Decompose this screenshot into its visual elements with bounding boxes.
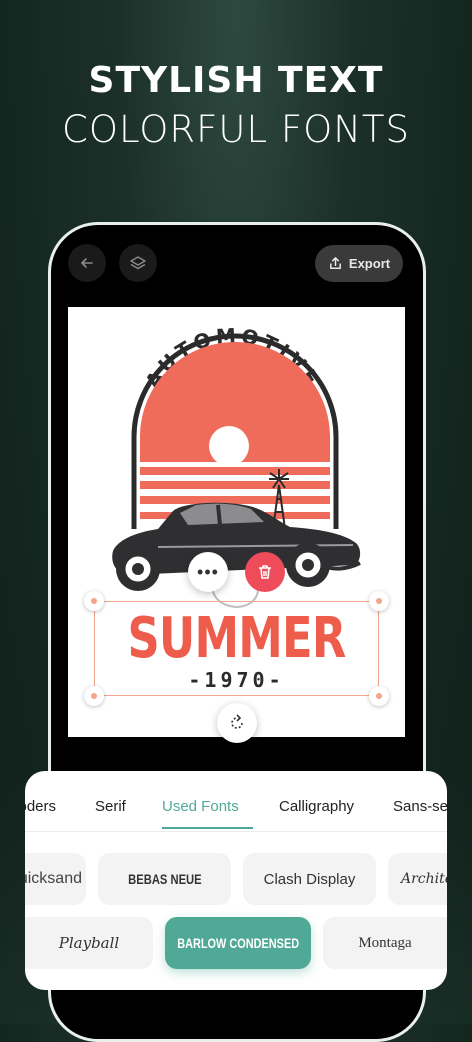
tab-calligraphy[interactable]: Calligraphy xyxy=(279,798,354,815)
font-chip-architects[interactable]: Architects xyxy=(388,853,447,905)
font-chip-quicksand[interactable]: Quicksand xyxy=(25,853,86,905)
font-chip-clash-display[interactable]: Clash Display xyxy=(243,853,376,905)
more-icon: ••• xyxy=(197,562,219,582)
active-tab-indicator xyxy=(162,827,253,829)
resize-handle-top-left[interactable] xyxy=(84,591,104,611)
back-button[interactable] xyxy=(68,244,106,282)
font-chip-label: Architects xyxy=(401,871,447,887)
headline-title: STYLISH TEXT xyxy=(88,60,384,101)
trash-icon xyxy=(259,565,271,579)
tab-sans-serif[interactable]: Sans-serif xyxy=(393,798,447,815)
share-icon xyxy=(329,257,341,269)
font-chip-label: Montaga xyxy=(358,934,412,951)
headline-subtitle: COLORFUL FONTS xyxy=(62,108,410,151)
year-text-layer[interactable]: -1970- xyxy=(94,668,379,692)
more-options-button[interactable]: ••• xyxy=(188,552,228,592)
resize-handle-top-right[interactable] xyxy=(369,591,389,611)
delete-button[interactable] xyxy=(245,552,285,592)
font-chip-label: Clash Display xyxy=(263,870,356,888)
font-chip-label: BARLOW CONDENSED xyxy=(177,935,299,951)
font-chip-label: Quicksand xyxy=(25,870,82,887)
export-button[interactable]: Export xyxy=(315,245,403,282)
font-chip-label: Playball xyxy=(58,934,120,952)
export-label: Export xyxy=(348,256,391,271)
font-chip-label: BEBAS NEUE xyxy=(127,871,202,887)
layers-icon xyxy=(130,256,146,270)
tab-used-fonts[interactable]: Used Fonts xyxy=(162,798,239,815)
font-chip-montaga[interactable]: Montaga xyxy=(323,917,447,969)
tab-divider xyxy=(25,831,447,832)
font-chip-barlow-condensed[interactable]: BARLOW CONDENSED xyxy=(165,917,311,969)
headline-text-layer[interactable]: SUMMER xyxy=(123,606,351,671)
rotate-icon xyxy=(231,714,243,729)
rotate-button[interactable] xyxy=(217,703,257,743)
layers-button[interactable] xyxy=(119,244,157,282)
font-chip-playball[interactable]: Playball xyxy=(25,917,153,969)
font-chip-bebas-neue[interactable]: BEBAS NEUE xyxy=(98,853,231,905)
back-arrow-icon xyxy=(81,258,93,268)
tab-serif[interactable]: Serif xyxy=(95,798,126,815)
